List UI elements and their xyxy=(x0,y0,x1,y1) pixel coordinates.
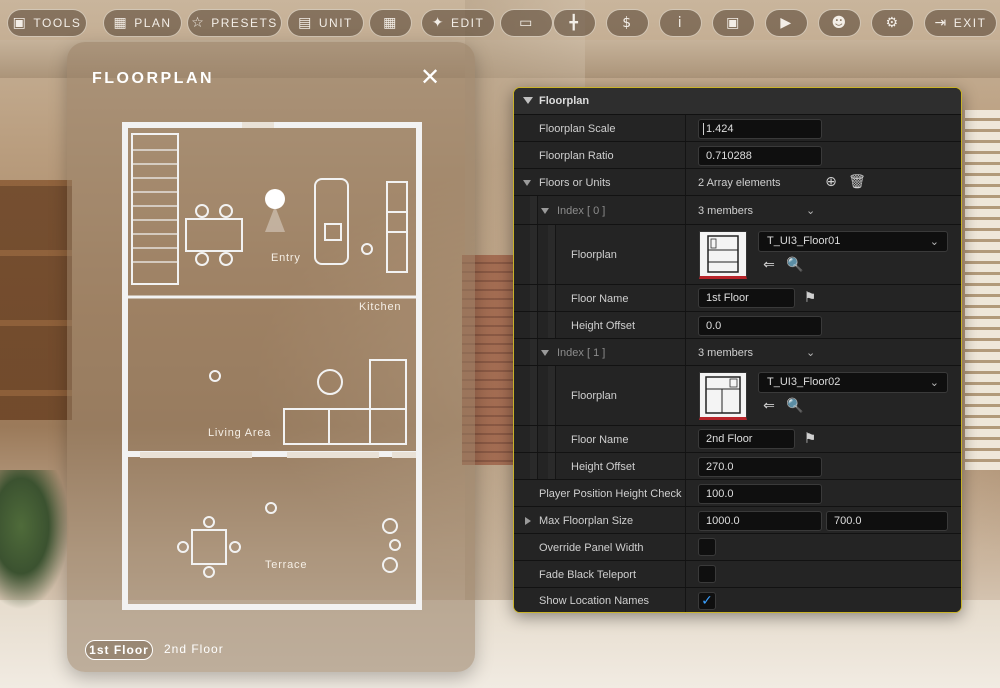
array-count: 2 Array elements xyxy=(698,177,781,189)
room-label-living: Living Area xyxy=(208,427,272,439)
expand-arrow-icon[interactable] xyxy=(541,208,549,214)
height-offset-input[interactable]: 270.0 xyxy=(698,457,822,477)
map-icon: ▦ xyxy=(113,15,129,31)
row-override-panel-width: Override Panel Width xyxy=(514,534,961,561)
chevron-down-icon: ⌄ xyxy=(929,376,939,389)
floor-name-input[interactable]: 1st Floor xyxy=(698,288,795,308)
row-index-0-floor-name: Floor Name 1st Floor ⚑ xyxy=(514,285,961,312)
tools-button[interactable]: ▣ TOOLS xyxy=(7,9,87,37)
floorplan-scale-input[interactable]: 1.424 xyxy=(698,119,822,139)
floorplan-drawing xyxy=(122,122,422,610)
gallery-button[interactable]: ▣ xyxy=(712,9,755,37)
play-button[interactable]: ▶ xyxy=(765,9,808,37)
chevron-down-icon: ⌄ xyxy=(929,235,939,248)
row-max-floorplan-size: Max Floorplan Size 1000.0 700.0 xyxy=(514,507,961,534)
row-floors-or-units: Floors or Units 2 Array elements ⊕ 🗑 xyxy=(514,169,961,196)
collapse-arrow-icon[interactable] xyxy=(523,97,533,104)
details-panel: Floorplan Floorplan Scale 1.424 Floorpla… xyxy=(513,87,962,613)
floorplan-ratio-input[interactable]: 0.710288 xyxy=(698,146,822,166)
info-button[interactable]: i xyxy=(659,9,702,37)
floorplan-asset-select[interactable]: T_UI3_Floor01 ⌄ xyxy=(758,231,948,252)
category-header-floorplan[interactable]: Floorplan xyxy=(514,88,961,115)
fade-black-teleport-checkbox[interactable] xyxy=(698,565,716,583)
row-index-1: Index [ 1 ] 3 members ⌄ xyxy=(514,339,961,366)
floorplan-thumbnail[interactable] xyxy=(699,231,747,279)
row-floorplan-scale: Floorplan Scale 1.424 xyxy=(514,115,961,142)
max-size-y-input[interactable]: 700.0 xyxy=(826,511,948,531)
row-fade-black-teleport: Fade Black Teleport xyxy=(514,561,961,588)
chevron-down-icon[interactable]: ⌄ xyxy=(806,346,815,359)
floorplan-map[interactable]: Entry Kitchen Living Area Terrace xyxy=(122,122,422,612)
user-icon: ☻ xyxy=(831,15,848,31)
trash-icon[interactable]: 🗑 xyxy=(848,173,866,191)
row-index-1-floorplan: Floorplan T_UI3_Floor02 ⌄ ⇐ 🔍 xyxy=(514,366,961,426)
player-height-check-input[interactable]: 100.0 xyxy=(698,484,822,504)
flag-icon[interactable]: ⚑ xyxy=(801,430,819,448)
room-label-kitchen: Kitchen xyxy=(359,301,402,313)
furniture-button[interactable]: ▭ xyxy=(500,9,553,37)
floor02-thumbnail-drawing xyxy=(705,376,741,414)
room-label-entry: Entry xyxy=(271,252,301,264)
floorplan-icon: ▦ xyxy=(383,15,398,31)
use-selected-asset-icon[interactable]: ⇐ xyxy=(760,256,778,274)
close-icon[interactable]: ✕ xyxy=(417,64,443,90)
row-index-1-floor-name: Floor Name 2nd Floor ⚑ xyxy=(514,426,961,453)
gear-icon: ⚙ xyxy=(885,15,900,31)
settings-button[interactable]: ⚙ xyxy=(871,9,914,37)
floor-name-input[interactable]: 2nd Floor xyxy=(698,429,795,449)
edit-button[interactable]: ✦ EDIT xyxy=(421,9,495,37)
room-label-terrace: Terrace xyxy=(265,559,308,571)
height-offset-input[interactable]: 0.0 xyxy=(698,316,822,336)
add-element-icon[interactable]: ⊕ xyxy=(822,173,840,191)
floorplan-asset-select[interactable]: T_UI3_Floor02 ⌄ xyxy=(758,372,948,393)
presets-button[interactable]: ☆ PRESETS xyxy=(187,9,282,37)
max-size-x-input[interactable]: 1000.0 xyxy=(698,511,822,531)
building-icon: ▤ xyxy=(298,15,313,31)
floorplan-panel-title: FLOORPLAN xyxy=(92,70,215,87)
floorplan-panel: FLOORPLAN ✕ Entry Kitchen Living Area Te… xyxy=(67,42,475,672)
measure-button[interactable]: ╋ xyxy=(553,9,596,37)
row-index-0: Index [ 0 ] 3 members ⌄ xyxy=(514,196,961,225)
play-icon: ▶ xyxy=(780,15,793,31)
exit-button[interactable]: ⇥ EXIT xyxy=(924,9,997,37)
row-index-0-floorplan: Floorplan T_UI3_Floor01 ⌄ ⇐ 🔍 xyxy=(514,225,961,285)
row-player-height-check: Player Position Height Check 100.0 xyxy=(514,480,961,507)
expand-arrow-icon[interactable] xyxy=(525,517,531,525)
floor01-thumbnail-drawing xyxy=(707,235,739,273)
expand-arrow-icon[interactable] xyxy=(523,180,531,186)
measure-icon: ╋ xyxy=(569,15,580,31)
floorplan-button[interactable]: ▦ xyxy=(369,9,412,37)
price-button[interactable]: $ xyxy=(606,9,649,37)
sofa-icon: ▭ xyxy=(519,15,534,31)
flag-icon[interactable]: ⚑ xyxy=(801,289,819,307)
show-location-names-checkbox[interactable]: ✓ xyxy=(698,592,716,610)
wooden-shelf xyxy=(0,180,72,420)
row-floorplan-ratio: Floorplan Ratio 0.710288 xyxy=(514,142,961,169)
dollar-icon: $ xyxy=(622,15,633,31)
window-blinds xyxy=(965,110,1000,470)
palette-icon: ✦ xyxy=(431,15,445,31)
unit-button[interactable]: ▤ UNIT xyxy=(287,9,364,37)
chevron-down-icon[interactable]: ⌄ xyxy=(806,204,815,217)
browse-asset-icon[interactable]: 🔍 xyxy=(786,256,804,274)
override-panel-width-checkbox[interactable] xyxy=(698,538,716,556)
floor-tab-2nd[interactable]: 2nd Floor xyxy=(164,640,234,660)
row-show-location-names: Show Location Names ✓ xyxy=(514,588,961,612)
camera-icon: ▣ xyxy=(12,15,28,31)
row-index-0-height-offset: Height Offset 0.0 xyxy=(514,312,961,339)
use-selected-asset-icon[interactable]: ⇐ xyxy=(760,397,778,415)
image-icon: ▣ xyxy=(726,15,741,31)
star-icon: ☆ xyxy=(191,15,206,31)
row-index-1-height-offset: Height Offset 270.0 xyxy=(514,453,961,480)
plan-button[interactable]: ▦ PLAN xyxy=(103,9,182,37)
browse-asset-icon[interactable]: 🔍 xyxy=(786,397,804,415)
plant xyxy=(0,470,70,610)
expand-arrow-icon[interactable] xyxy=(541,350,549,356)
floor-tab-1st[interactable]: 1st Floor xyxy=(85,640,153,660)
top-toolbar: ▣ TOOLS ▦ PLAN ☆ PRESETS ▤ UNIT ▦ ✦ EDIT… xyxy=(7,9,997,37)
exit-icon: ⇥ xyxy=(934,15,948,31)
floorplan-thumbnail[interactable] xyxy=(699,372,747,420)
info-icon: i xyxy=(677,15,684,31)
profile-button[interactable]: ☻ xyxy=(818,9,861,37)
